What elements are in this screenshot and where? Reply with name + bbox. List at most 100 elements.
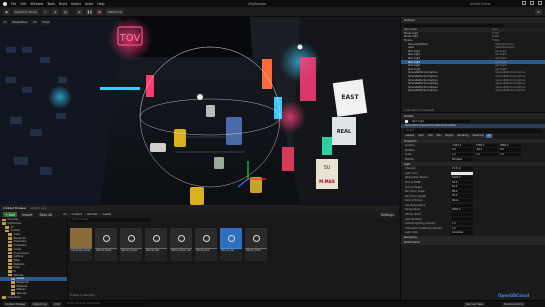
add-button[interactable]: + Add bbox=[3, 212, 17, 217]
asset-tile[interactable]: Vehicle_Sedan bbox=[95, 228, 117, 261]
details-tab-actor[interactable]: Actor bbox=[416, 134, 426, 138]
property-value-field[interactable]: 88.0 bbox=[451, 189, 473, 194]
menu-item-window[interactable]: Window bbox=[31, 2, 44, 6]
save-icon[interactable]: ▣ bbox=[3, 8, 10, 15]
property-value-field[interactable]: 6500.0 bbox=[451, 208, 473, 212]
property-value-field[interactable]: -90.0 bbox=[475, 148, 497, 152]
breadcrumb-item[interactable]: Content bbox=[72, 213, 82, 216]
asset-tile[interactable]: Vehicle_Van bbox=[220, 228, 242, 261]
settings-button[interactable]: Settings bbox=[378, 212, 396, 217]
property-value-field[interactable]: 0.0 bbox=[451, 148, 473, 152]
import-button[interactable]: Import bbox=[19, 212, 35, 217]
app-title: Unreal Editor bbox=[470, 1, 491, 6]
breadcrumb-item[interactable]: Assets bbox=[103, 213, 111, 216]
minimize-icon[interactable] bbox=[522, 1, 526, 5]
mode-select-button[interactable]: Selection Mode bbox=[13, 8, 39, 15]
property-value-field[interactable] bbox=[451, 171, 473, 175]
details-tab-streaming[interactable]: Streaming bbox=[471, 134, 486, 138]
folder-icon bbox=[8, 266, 12, 270]
content-drawer-button[interactable]: Content Drawer bbox=[3, 301, 28, 307]
section-performance[interactable]: Performance bbox=[401, 240, 545, 245]
details-tab-lod[interactable]: LOD bbox=[426, 134, 434, 138]
details-tab-physics[interactable]: Physics bbox=[443, 134, 455, 138]
derived-data-button[interactable]: Derived Data bbox=[463, 301, 485, 307]
property-value-field[interactable]: 2880.0 bbox=[499, 143, 521, 148]
blueprint-icon bbox=[177, 234, 185, 242]
close-icon[interactable] bbox=[538, 1, 542, 5]
property-value-field[interactable] bbox=[451, 212, 473, 217]
asset-tile[interactable]: Vehicle_Coupe bbox=[120, 228, 142, 261]
cmd-button[interactable]: Cmd bbox=[52, 301, 63, 307]
menu-item-actor[interactable]: Actor bbox=[85, 2, 93, 6]
blueprint-icon[interactable]: ◈ bbox=[52, 8, 59, 15]
asset-tile[interactable]: Vehicle_SUV bbox=[195, 228, 217, 261]
menu-item-select[interactable]: Select bbox=[71, 2, 81, 6]
details-tab-general[interactable]: General bbox=[404, 134, 416, 138]
stop-button[interactable]: ■ bbox=[96, 8, 103, 15]
asset-tile[interactable]: Vehicle_Taxi bbox=[145, 228, 167, 261]
lit-button[interactable]: Lit bbox=[31, 19, 39, 25]
actor-name-field[interactable]: Rect Light bbox=[410, 119, 470, 123]
light-icon[interactable] bbox=[197, 94, 203, 100]
tab-content-browser[interactable]: Content Browser bbox=[3, 206, 26, 210]
output-log-button[interactable]: Output Log bbox=[30, 301, 50, 307]
breadcrumb-item[interactable]: All bbox=[63, 213, 66, 216]
outliner-search-input[interactable] bbox=[404, 23, 504, 28]
menu-item-build[interactable]: Build bbox=[59, 2, 67, 6]
property-value-field[interactable]: 64.0 bbox=[451, 180, 473, 185]
property-value-field[interactable]: 15.0 cd bbox=[451, 166, 473, 171]
play-button[interactable]: ▶ bbox=[76, 8, 83, 15]
asset-tile[interactable]: Landscape_Grass bbox=[70, 228, 92, 261]
property-value-field[interactable]: Candelas bbox=[451, 231, 473, 235]
property-value-field[interactable]: 5780.0 bbox=[475, 143, 497, 148]
light-icon[interactable] bbox=[297, 44, 303, 50]
outliner-item-label: Rect Light bbox=[408, 49, 421, 53]
folder-label: Favorites bbox=[7, 218, 19, 222]
perspective-button[interactable]: Perspective bbox=[10, 19, 30, 25]
menu-item-tools[interactable]: Tools bbox=[47, 2, 55, 6]
menu-item-file[interactable]: File bbox=[11, 2, 16, 6]
level-viewport[interactable]: TOV EAST REAL SU M.MAX bbox=[0, 17, 399, 205]
property-value-field[interactable]: 1.0 bbox=[451, 222, 473, 226]
property-value-field[interactable]: 1000.0 bbox=[451, 176, 473, 180]
column-item-label[interactable]: Item Label bbox=[404, 28, 492, 31]
property-value-field[interactable]: None bbox=[451, 199, 473, 203]
source-control-button[interactable]: Source Control bbox=[501, 301, 525, 307]
outliner-row[interactable]: SphereReflectionCapture SphereReflectionC… bbox=[401, 89, 545, 93]
property-value-field[interactable]: 1.0 bbox=[475, 153, 497, 157]
save-all-button[interactable]: Save All bbox=[37, 212, 55, 217]
pause-button[interactable]: ❚❚ bbox=[86, 8, 93, 15]
menu-item-help[interactable]: Help bbox=[97, 2, 104, 6]
folder-tree-item[interactable]: Collections bbox=[0, 295, 67, 299]
add-actor-icon[interactable]: + bbox=[42, 8, 49, 15]
asset-tile[interactable]: Vehicle_Police_Var bbox=[170, 228, 192, 261]
settings-icon[interactable]: ⚙ bbox=[535, 8, 542, 15]
property-value-field[interactable] bbox=[451, 217, 473, 221]
details-tab-misc[interactable]: Misc bbox=[434, 134, 443, 138]
property-value-field[interactable]: 1.0 bbox=[451, 226, 473, 231]
tab-output-log[interactable]: Output Log bbox=[30, 206, 46, 210]
breadcrumb-item[interactable]: Vehicles bbox=[87, 213, 98, 216]
column-type[interactable]: Type bbox=[492, 28, 542, 31]
maximize-icon[interactable] bbox=[530, 1, 534, 5]
property-value-field[interactable]: -1352.0 bbox=[451, 143, 473, 148]
section-rendering[interactable]: Rendering bbox=[401, 235, 545, 240]
cinematics-icon[interactable]: ▤ bbox=[62, 8, 69, 15]
menu-item-edit[interactable]: Edit bbox=[20, 2, 26, 6]
asset-tile[interactable]: Vehicle_Truck bbox=[245, 228, 267, 261]
property-value-field[interactable]: Movable bbox=[451, 157, 473, 162]
property-value-field[interactable]: 1.0 bbox=[451, 153, 473, 157]
console-input[interactable]: Enter Console Command bbox=[65, 302, 146, 306]
unreal-logo-icon[interactable] bbox=[3, 1, 7, 6]
property-value-field[interactable] bbox=[451, 203, 473, 208]
details-search-input[interactable]: Search bbox=[404, 129, 542, 133]
details-tab-all[interactable]: All bbox=[486, 134, 493, 138]
show-button[interactable]: Show bbox=[40, 19, 52, 25]
property-value-field[interactable]: 64.0 bbox=[451, 185, 473, 189]
property-value-field[interactable]: 0.0 bbox=[499, 148, 521, 152]
platforms-button[interactable]: Platforms bbox=[106, 8, 124, 15]
property-value-field[interactable]: 20.0 bbox=[451, 194, 473, 198]
details-tab-rendering[interactable]: Rendering bbox=[455, 134, 471, 138]
viewport-menu-icon[interactable]: ≡ bbox=[2, 19, 9, 25]
property-value-field[interactable]: 1.0 bbox=[499, 153, 521, 157]
